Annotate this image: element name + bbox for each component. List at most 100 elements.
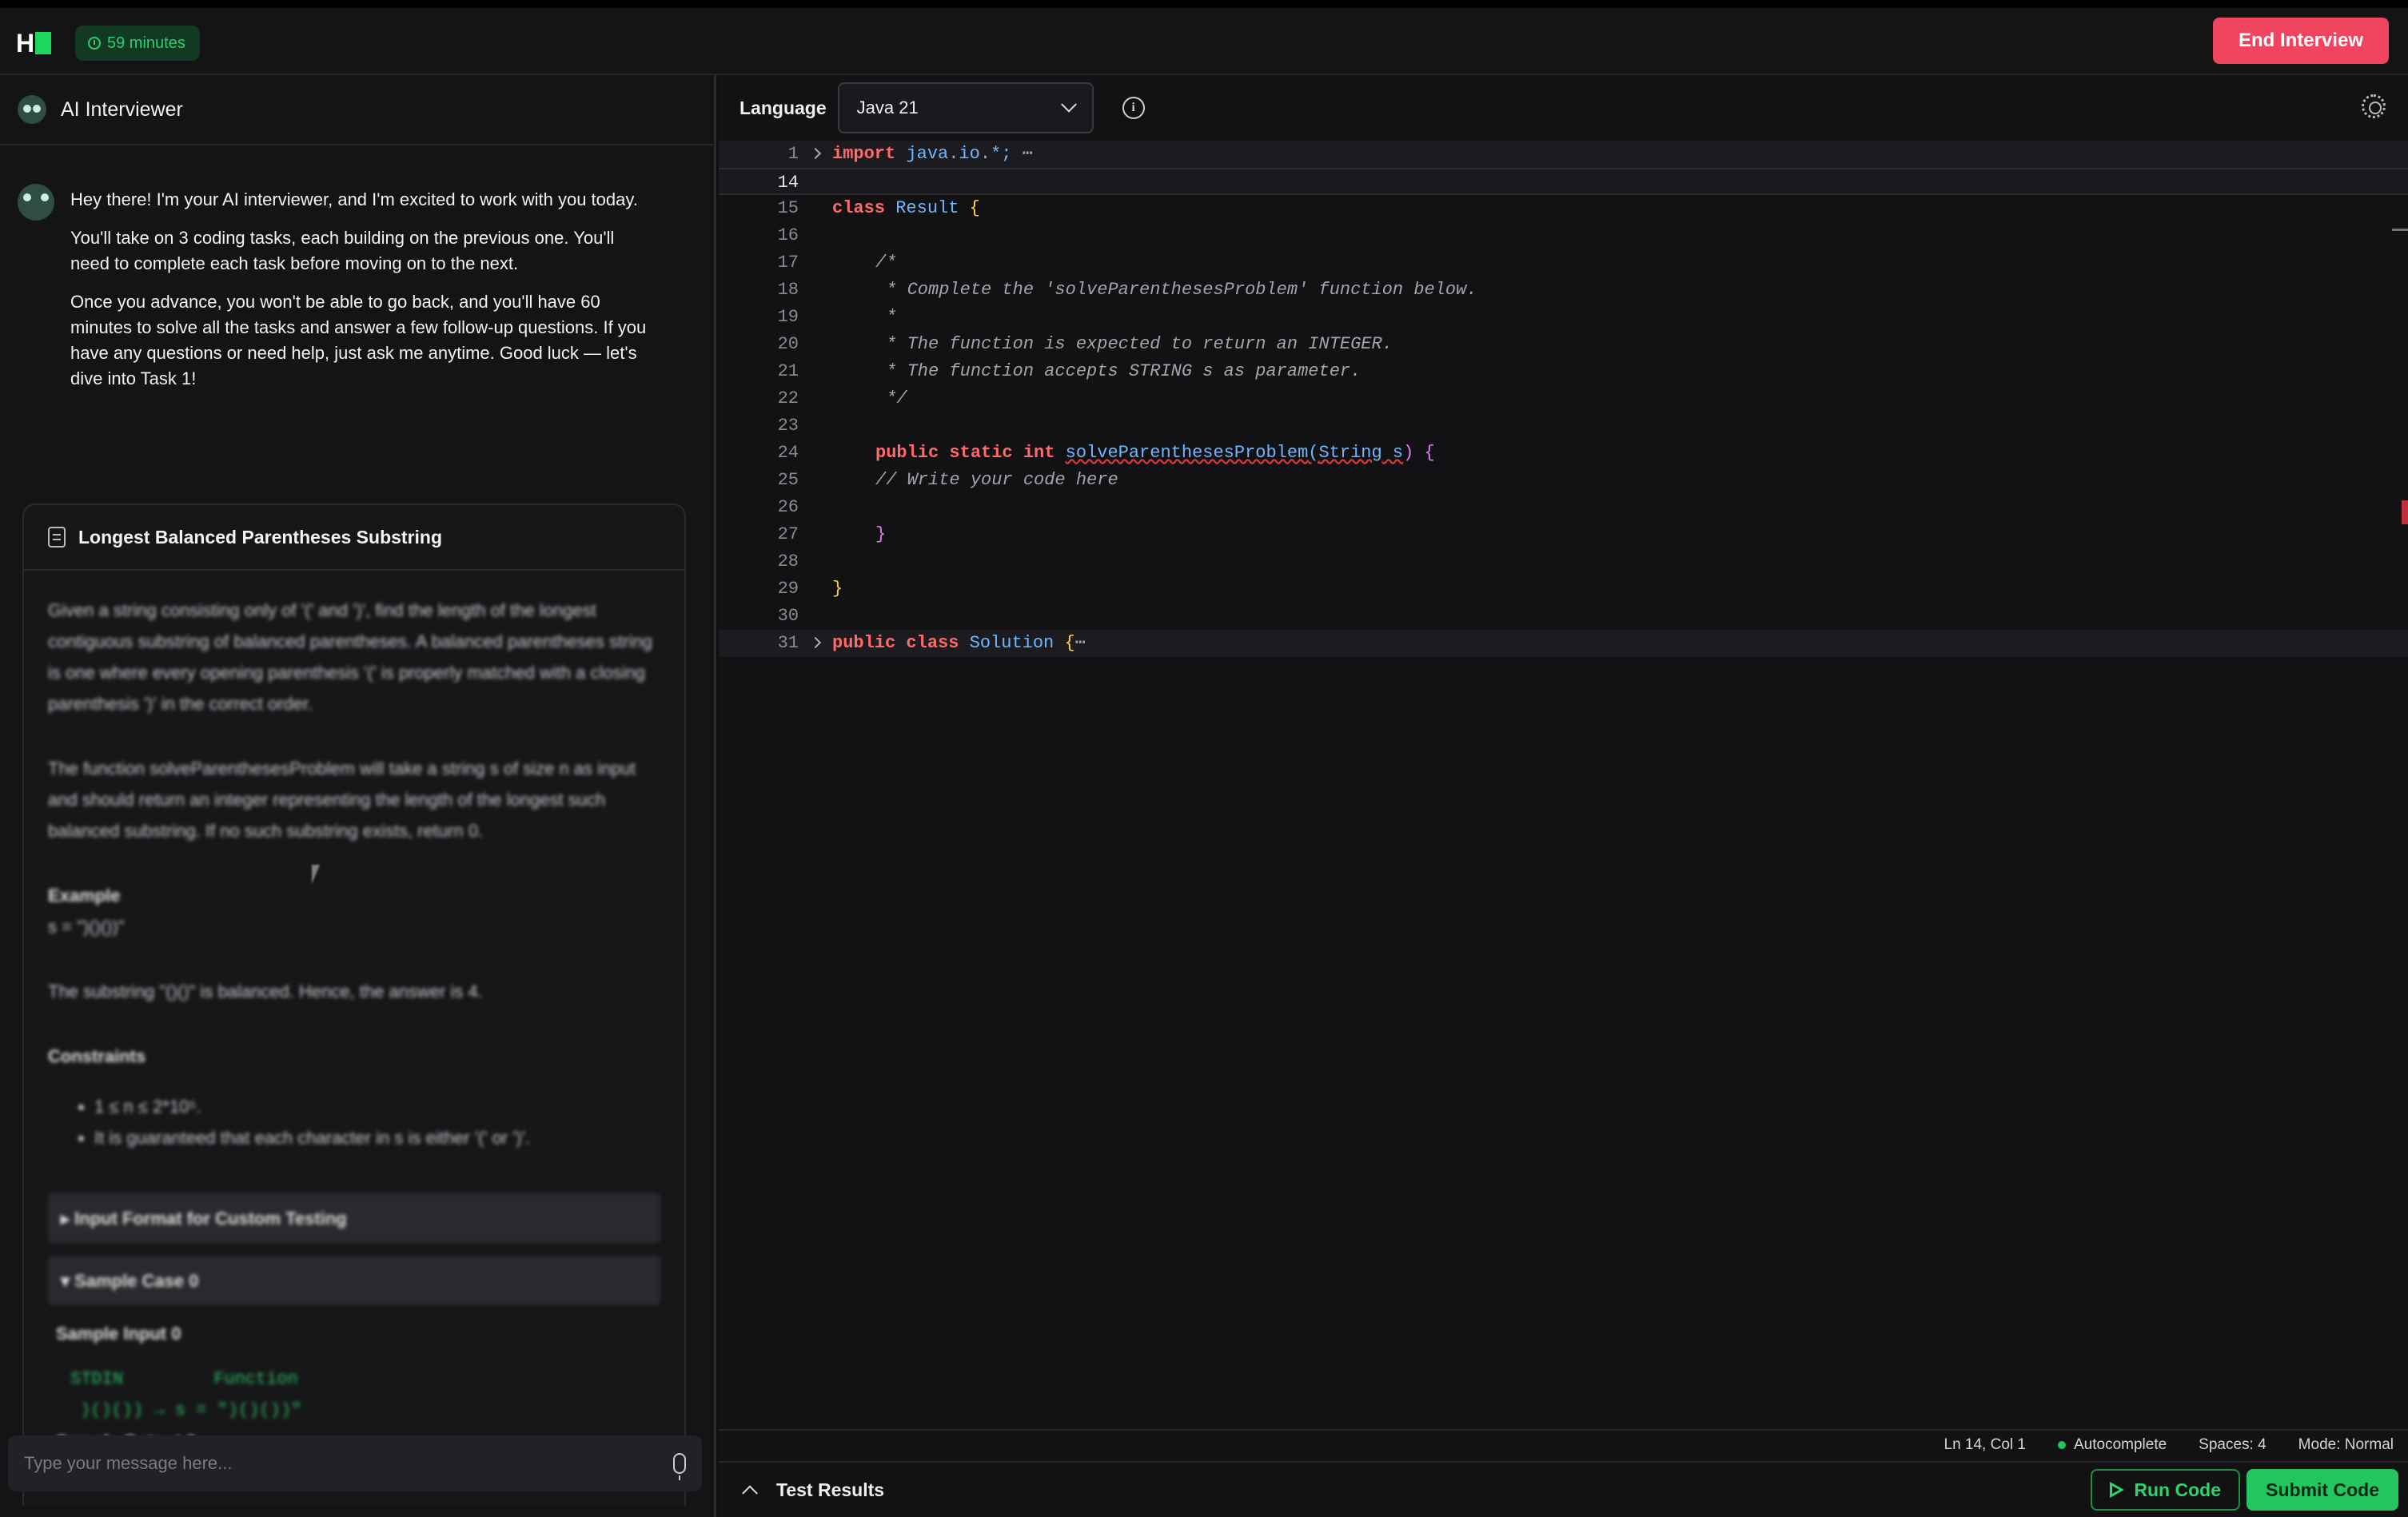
play-icon (2110, 1482, 2125, 1498)
code-line: 30 (719, 603, 2408, 630)
chevron-up-icon[interactable] (742, 1485, 758, 1502)
code-line: 25 // Write your code here (719, 467, 2408, 494)
input-format-accordion[interactable]: ▸ Input Format for Custom Testing (48, 1193, 660, 1243)
interviewer-panel: AI Interviewer Hey there! I'm your AI in… (0, 75, 716, 1517)
constraint-item: It is guaranteed that each character in … (94, 1122, 660, 1153)
scrollbar-marker (2392, 229, 2408, 231)
autocomplete-status[interactable]: Autocomplete (2057, 1436, 2167, 1454)
line-number: 28 (777, 551, 799, 571)
brace: } (832, 579, 843, 599)
error-scroll-marker (2402, 500, 2408, 524)
comment: * Complete the 'solveParenthesesProblem'… (875, 280, 1477, 300)
keyword: public static int (875, 443, 1055, 463)
document-icon (48, 527, 66, 547)
line-number: 14 (777, 173, 799, 193)
end-interview-button[interactable]: End Interview (2212, 18, 2389, 64)
function-label: Function (213, 1369, 298, 1389)
code-line: 20 * The function is expected to return … (719, 331, 2408, 358)
comment: */ (875, 388, 907, 408)
paren: ) (1403, 443, 1414, 463)
language-value: Java 21 (856, 98, 919, 117)
code-line: 19 * (719, 304, 2408, 331)
settings-gear-icon[interactable] (2362, 94, 2386, 118)
code-line: 18 * Complete the 'solveParenthesesProbl… (719, 277, 2408, 304)
line-number: 27 (777, 524, 799, 544)
language-select[interactable]: Java 21 (837, 82, 1094, 133)
param-name: s (1381, 443, 1404, 463)
line-number: 23 (777, 416, 799, 436)
line-number: 17 (777, 253, 799, 273)
folded-ellipsis[interactable]: ⋯ (1011, 144, 1033, 164)
code-editor[interactable]: 1 import java.io.*; ⋯ 14 15 class Result… (719, 141, 2408, 1434)
timer-text: 59 minutes (107, 34, 185, 52)
line-number: 29 (777, 579, 799, 599)
bot-message-avatar-icon (18, 184, 54, 221)
keyword: class (832, 198, 886, 218)
code-line: 29 } (719, 575, 2408, 603)
fold-chevron-icon[interactable] (809, 147, 822, 160)
microphone-icon[interactable] (673, 1453, 686, 1480)
task-description: Given a string consisting only of '(' an… (24, 571, 684, 1481)
panel-header: AI Interviewer (0, 75, 714, 145)
task-card-header: Longest Balanced Parentheses Substring (24, 505, 684, 571)
stdin-label: STDIN (70, 1369, 124, 1389)
line-number: 20 (777, 334, 799, 354)
task-paragraph: Given a string consisting only of '(' an… (48, 600, 652, 714)
line-number: 22 (777, 388, 799, 408)
constraints-heading: Constraints (48, 1046, 146, 1066)
test-results-toggle[interactable]: Test Results (776, 1479, 884, 1501)
bot-avatar-icon (18, 95, 46, 124)
message-paragraph: Once you advance, you won't be able to g… (70, 292, 647, 388)
comment: * (875, 307, 897, 327)
current-code-line: 14 (719, 168, 2408, 195)
editor-status-bar: Ln 14, Col 1 Autocomplete Spaces: 4 Mode… (719, 1429, 2408, 1459)
line-number: 26 (777, 497, 799, 517)
code-line: 21 * The function accepts STRING s as pa… (719, 358, 2408, 385)
sample-input-label: Sample Input 0 (56, 1324, 181, 1344)
code-line: 23 (719, 412, 2408, 440)
code-line: 16 (719, 222, 2408, 249)
example-value: s = ")()())" (48, 917, 125, 937)
line-number: 1 (787, 144, 799, 164)
info-icon[interactable]: i (1122, 97, 1145, 119)
message-input[interactable] (24, 1453, 673, 1474)
cursor-position: Ln 14, Col 1 (1944, 1436, 2026, 1453)
brace: { (1064, 633, 1075, 653)
paren: ( (1308, 443, 1319, 463)
task-title: Longest Balanced Parentheses Substring (78, 526, 443, 547)
brace: } (875, 524, 887, 544)
mode-setting[interactable]: Mode: Normal (2298, 1436, 2394, 1454)
message-input-box[interactable] (8, 1435, 702, 1491)
line-number: 25 (777, 470, 799, 490)
line-number: 15 (777, 198, 799, 218)
clock-icon (88, 37, 101, 50)
submit-code-button[interactable]: Submit Code (2247, 1469, 2398, 1511)
window-top-bar (0, 0, 2408, 8)
comment: /* (875, 253, 897, 273)
brace: { (969, 198, 980, 218)
code-line: 15 class Result { (719, 195, 2408, 222)
spaces-setting[interactable]: Spaces: 4 (2199, 1436, 2266, 1454)
class-name: Solution (969, 633, 1054, 653)
run-code-button[interactable]: Run Code (2091, 1469, 2240, 1511)
sample-line: )()()) → s = ")()())" (80, 1400, 302, 1420)
code-line: 1 import java.io.*; ⋯ (719, 141, 2408, 168)
chat-area[interactable]: Hey there! I'm your AI interviewer, and … (0, 147, 714, 1506)
comment: // Write your code here (875, 470, 1118, 490)
class-name: Result (895, 198, 959, 218)
brace: { (1413, 443, 1435, 463)
top-header: H 59 minutes End Interview (0, 8, 2408, 75)
task-paragraph: The function solveParenthesesProblem wil… (48, 758, 636, 841)
app-logo: H (16, 30, 53, 56)
panel-title: AI Interviewer (61, 98, 183, 121)
autocomplete-label: Autocomplete (2073, 1436, 2167, 1453)
bot-message: Hey there! I'm your AI interviewer, and … (70, 187, 654, 404)
folded-ellipsis[interactable]: ⋯ (1075, 633, 1086, 653)
package: java.io.*; (906, 144, 1012, 164)
keyword: public class (832, 633, 959, 653)
sample-case-accordion[interactable]: ▾ Sample Case 0 (48, 1256, 660, 1305)
fold-chevron-icon[interactable] (809, 636, 822, 649)
example-explanation: The substring "()()" is balanced. Hence,… (48, 981, 483, 1001)
sample-table-header: STDIN Function (48, 1364, 660, 1395)
bottom-action-bar: Test Results Run Code Submit Code (719, 1461, 2408, 1517)
